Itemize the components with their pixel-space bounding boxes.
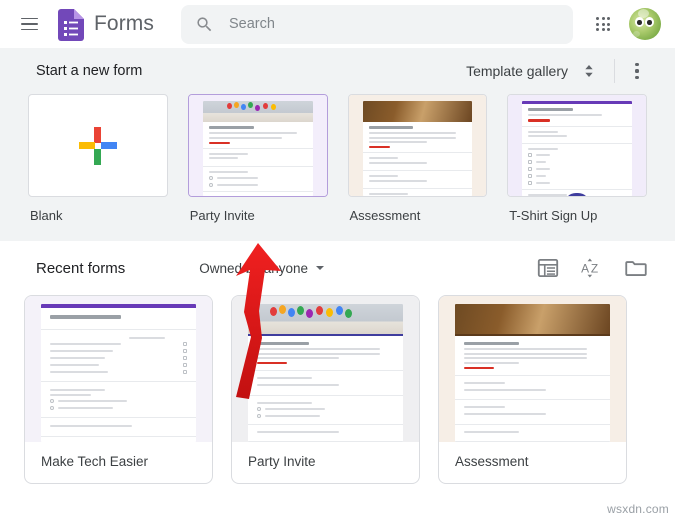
app-header: Forms <box>0 0 675 48</box>
start-new-form-title: Start a new form <box>36 63 143 79</box>
search-input[interactable] <box>229 16 559 32</box>
recent-form-thumb-assessment[interactable] <box>439 296 626 442</box>
template-list: Blank Party Invite Assessment T-Shirt Si… <box>0 94 675 223</box>
recent-forms-list: Make Tech Easier Party Invite Assessment <box>0 295 675 484</box>
list-view-icon[interactable] <box>535 255 561 281</box>
template-label-party-invite: Party Invite <box>189 208 255 223</box>
balloons-image <box>248 304 403 334</box>
search-icon <box>197 16 212 31</box>
coffee-desk-image <box>362 101 473 122</box>
template-card-assessment[interactable]: Assessment <box>347 94 488 223</box>
recent-form-label-assessment: Assessment <box>455 454 529 469</box>
template-card-party-invite[interactable]: Party Invite <box>187 94 328 223</box>
recent-form-label-party-invite: Party Invite <box>248 454 316 469</box>
recent-form-label-make-tech-easier: Make Tech Easier <box>41 454 149 469</box>
sort-az-icon[interactable]: A Z <box>579 255 605 281</box>
svg-text:Z: Z <box>591 261 598 275</box>
recent-form-thumb-party-invite[interactable] <box>232 296 419 442</box>
tshirt-image <box>564 193 591 196</box>
recent-forms-section: Recent forms Owned by anyone A Z Make Te… <box>0 241 675 484</box>
avatar[interactable] <box>629 8 661 40</box>
chevron-up-down-icon[interactable] <box>578 60 600 82</box>
owner-filter-dropdown[interactable]: Owned by anyone <box>199 260 325 276</box>
plus-icon <box>78 126 117 165</box>
templates-toolbar: Start a new form Template gallery <box>0 48 675 94</box>
toolbar-divider <box>614 59 615 83</box>
template-gallery-link[interactable]: Template gallery <box>466 63 568 79</box>
more-vert-icon[interactable] <box>625 59 649 83</box>
watermark: wsxdn.com <box>607 502 669 516</box>
svg-text:A: A <box>581 261 589 275</box>
recent-form-thumb-make-tech-easier[interactable] <box>25 296 212 442</box>
recent-forms-title: Recent forms <box>36 259 126 277</box>
template-card-tshirt-sign-up[interactable]: T-Shirt Sign Up <box>507 94 647 223</box>
balloons-image <box>202 101 313 122</box>
recent-form-card-party-invite[interactable]: Party Invite <box>231 295 420 484</box>
template-label-blank: Blank <box>30 208 63 223</box>
template-thumb-blank[interactable] <box>28 94 168 197</box>
caret-down-icon <box>316 266 325 270</box>
template-thumb-assessment[interactable] <box>347 94 488 197</box>
folder-icon[interactable] <box>623 255 649 281</box>
recent-forms-toolbar: Recent forms Owned by anyone A Z <box>0 241 675 295</box>
recent-form-card-make-tech-easier[interactable]: Make Tech Easier <box>24 295 213 484</box>
google-forms-logo-icon[interactable] <box>58 9 84 41</box>
google-apps-grid-icon[interactable] <box>587 8 619 40</box>
template-card-blank[interactable]: Blank <box>28 94 168 223</box>
recent-form-card-assessment[interactable]: Assessment <box>438 295 627 484</box>
template-label-tshirt-sign-up: T-Shirt Sign Up <box>509 208 598 223</box>
page-title: Forms <box>94 12 154 35</box>
google-forms-home-page: Forms Start a new form Template gallery <box>0 0 675 520</box>
template-thumb-tshirt-sign-up[interactable] <box>507 94 647 197</box>
search-bar[interactable] <box>181 4 573 44</box>
coffee-desk-image <box>455 304 610 334</box>
owner-filter-value: Owned by anyone <box>199 260 309 276</box>
template-thumb-party-invite[interactable] <box>187 94 328 197</box>
start-new-form-section: Start a new form Template gallery Blank … <box>0 48 675 241</box>
template-label-assessment: Assessment <box>349 208 421 223</box>
hamburger-icon[interactable] <box>14 9 44 39</box>
